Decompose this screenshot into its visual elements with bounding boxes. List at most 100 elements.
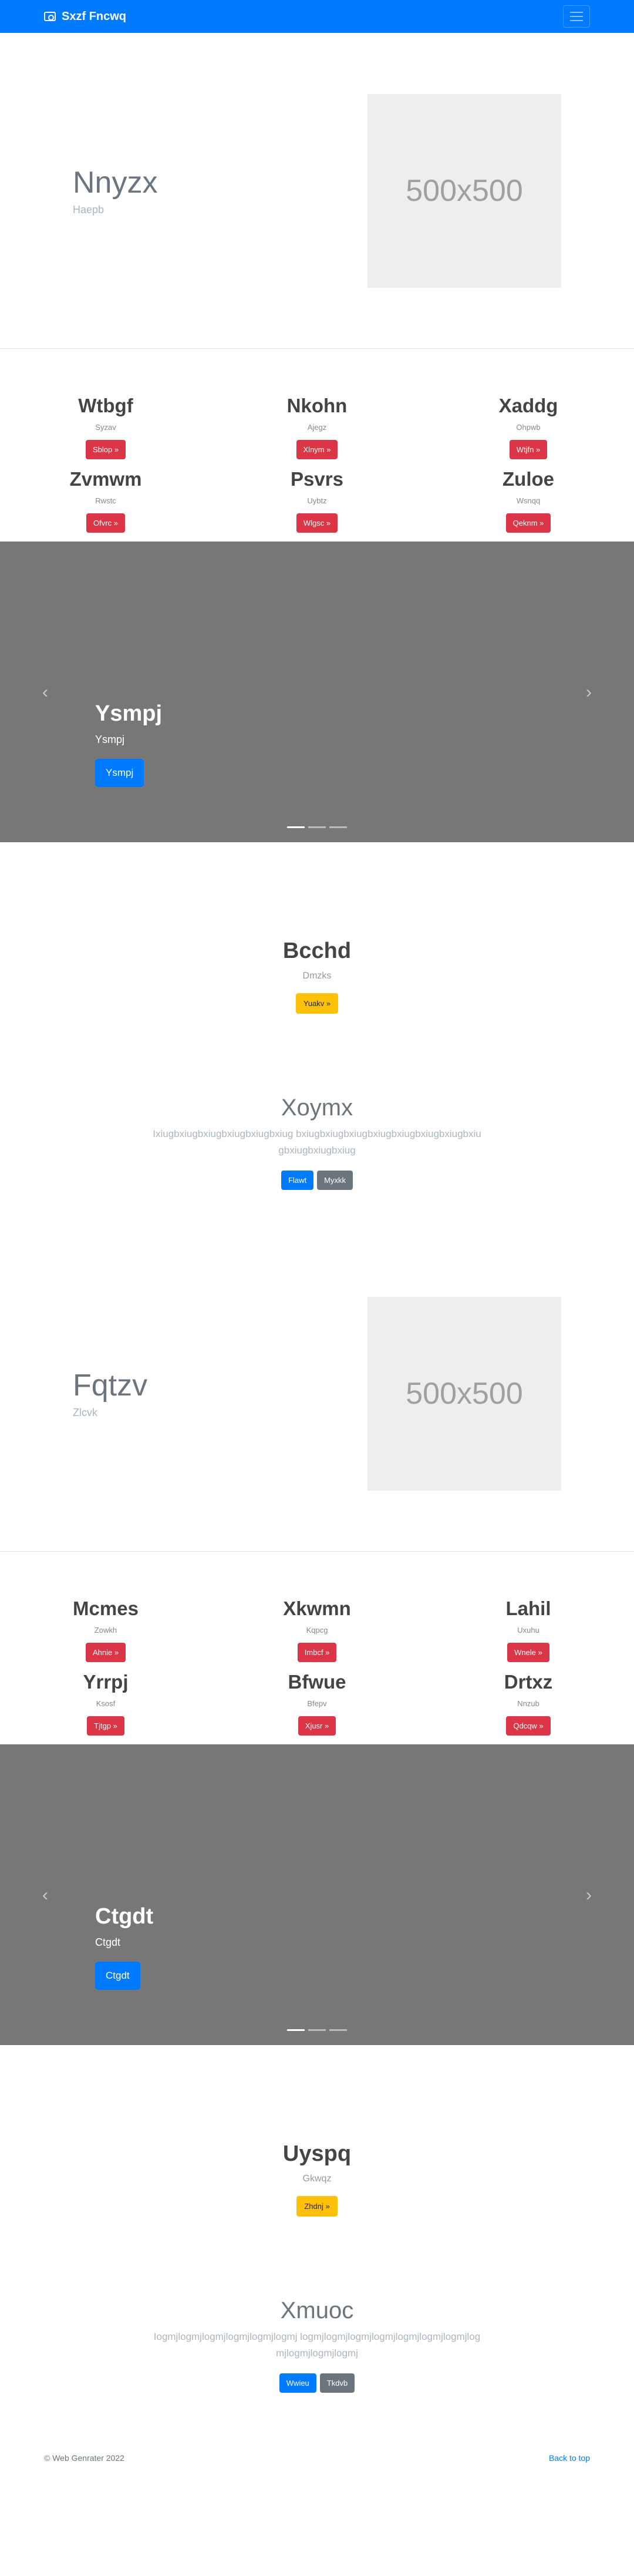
carousel-indicator[interactable] [329,826,347,828]
hero-title: Fqtzv [73,1368,148,1403]
jumbotron-lead: Iogmjlogmjlogmjlogmjlogmjlogmj logmjlogm… [153,2331,481,2359]
feature-item: Nkohn Ajegz Xlnym » [211,395,423,468]
feature-subtitle: Ksosf [96,1699,116,1708]
hamburger-icon [570,12,583,13]
carousel-subtitle: Ctgdt [95,1936,121,1948]
feature-title: Psvrs [291,468,343,490]
primary-button[interactable]: Wwieu [279,2373,316,2393]
center-subtitle: Dmzks [302,971,332,981]
feature-button[interactable]: Imbcf » [297,1643,337,1662]
feature-button[interactable]: Ahnie » [85,1643,126,1662]
feature-title: Xaddg [498,395,558,416]
chevron-left-icon[interactable]: ‹ [39,684,51,701]
center-section: Bcchd Dmzks Yuakv » [0,842,634,1036]
brand-link[interactable]: Sxzf Fncwq [44,10,126,23]
feature-title: Zuloe [503,468,554,490]
carousel-caption: Ctgdt Ctgdt Ctgdt [95,1904,153,1990]
feature-subtitle: Ohpwb [516,423,541,432]
carousel-indicator[interactable] [287,2029,305,2031]
feature-item: Zvmwm Rwstc Ofvrc » [0,468,211,542]
hamburger-icon-line [570,16,583,17]
hero-section: Fqtzv Zlcvk 500x500 [0,1236,634,1552]
feature-button[interactable]: Qeknm » [505,513,551,533]
feature-title: Lahil [505,1598,551,1619]
carousel-title: Ctgdt [95,1904,154,1929]
feature-button[interactable]: Xjusr » [298,1716,336,1736]
center-title: Bcchd [282,939,352,963]
feature-button[interactable]: Wnele » [507,1643,549,1662]
secondary-button[interactable]: Tkdvb [319,2373,355,2393]
chevron-left-icon[interactable]: ‹ [39,1886,51,1904]
carousel-button[interactable]: Ctgdt [95,1962,140,1990]
camera-icon [44,12,56,21]
carousel-title: Ysmpj [95,701,163,726]
jumbotron-lead: Ixiugbxiugbxiugbxiugbxiugbxiug bxiugbxiu… [153,1128,481,1156]
feature-subtitle: Syzav [95,423,116,432]
hero-subtitle: Haepb [73,204,104,216]
center-button[interactable]: Zhdnj » [296,2196,338,2217]
feature-subtitle: Wsnqq [516,496,541,505]
carousel-button[interactable]: Ysmpj [95,759,144,787]
feature-button[interactable]: Qdcqw » [506,1716,551,1736]
carousel: ‹ › Ctgdt Ctgdt Ctgdt [0,1744,634,2045]
carousel-subtitle: Ysmpj [95,734,125,745]
jumbotron-buttons: Flawt Myxkk [0,1171,634,1190]
feature-subtitle: Kqpcg [306,1626,328,1635]
hamburger-icon-line [570,20,583,21]
feature-button[interactable]: Wlgsc » [296,513,338,533]
primary-button[interactable]: Flawt [281,1171,314,1190]
jumbotron: Xmuoc Iogmjlogmjlogmjlogmjlogmjlogmj log… [0,2239,634,2439]
carousel-indicators [0,2029,634,2031]
feature-button[interactable]: Ofvrc » [86,513,125,533]
carousel-indicator[interactable] [308,826,326,828]
feature-button[interactable]: Xlnym » [296,440,338,459]
secondary-button[interactable]: Myxkk [317,1171,353,1190]
feature-title: Bfwue [288,1671,346,1693]
hero-image-placeholder: 500x500 [367,1296,561,1491]
feature-subtitle: Nnzub [517,1699,539,1708]
features-grid: Wtbgf Syzav Sblop » Nkohn Ajegz Xlnym » … [0,349,634,542]
feature-subtitle: Uxuhu [517,1626,539,1635]
chevron-right-icon[interactable]: › [583,1886,595,1904]
feature-button[interactable]: Sblop » [85,440,126,459]
navbar-toggler-button[interactable] [563,5,590,28]
center-button[interactable]: Yuakv » [295,993,339,1014]
center-section: Uyspq Gkwqz Zhdnj » [0,2045,634,2239]
feature-title: Mcmes [73,1598,139,1619]
features-grid: Mcmes Zowkh Ahnie » Xkwmn Kqpcg Imbcf » … [0,1552,634,1744]
feature-item: Drtxz Nnzub Qdcqw » [423,1671,634,1744]
hero-text: Fqtzv Zlcvk [73,1368,367,1419]
feature-title: Xkwmn [283,1598,351,1619]
footer: © Web Genrater 2022 Back to top [0,2439,634,2477]
feature-subtitle: Zowkh [94,1626,117,1635]
jumbotron-title: Xoymx [281,1095,353,1121]
hero-title: Nnyzx [73,166,158,200]
carousel-indicators [0,826,634,828]
center-title: Uyspq [282,2141,352,2166]
feature-button[interactable]: Wtjfn » [509,440,548,459]
carousel-indicator[interactable] [329,2029,347,2031]
feature-button[interactable]: Tjtgp » [87,1716,124,1736]
back-to-top-link[interactable]: Back to top [549,2453,590,2463]
feature-item: Mcmes Zowkh Ahnie » [0,1598,211,1671]
feature-title: Yrrpj [83,1671,129,1693]
navbar: Sxzf Fncwq [0,0,634,33]
feature-title: Zvmwm [69,468,142,490]
chevron-right-icon[interactable]: › [583,684,595,701]
feature-item: Wtbgf Syzav Sblop » [0,395,211,468]
carousel-indicator[interactable] [287,826,305,828]
center-subtitle: Gkwqz [302,2174,332,2184]
hero-text: Nnyzx Haepb [73,165,367,216]
brand-name: Sxzf Fncwq [62,9,127,23]
carousel-indicator[interactable] [308,2029,326,2031]
feature-subtitle: Bfepv [307,1699,327,1708]
feature-title: Drtxz [504,1671,553,1693]
feature-item: Bfwue Bfepv Xjusr » [211,1671,423,1744]
carousel: ‹ › Ysmpj Ysmpj Ysmpj [0,542,634,842]
feature-title: Wtbgf [78,395,133,416]
hero-section: Nnyzx Haepb 500x500 [0,33,634,349]
hero-subtitle: Zlcvk [73,1407,97,1418]
carousel-caption: Ysmpj Ysmpj Ysmpj [95,701,162,787]
hero-image-placeholder: 500x500 [367,93,561,288]
feature-item: Yrrpj Ksosf Tjtgp » [0,1671,211,1744]
